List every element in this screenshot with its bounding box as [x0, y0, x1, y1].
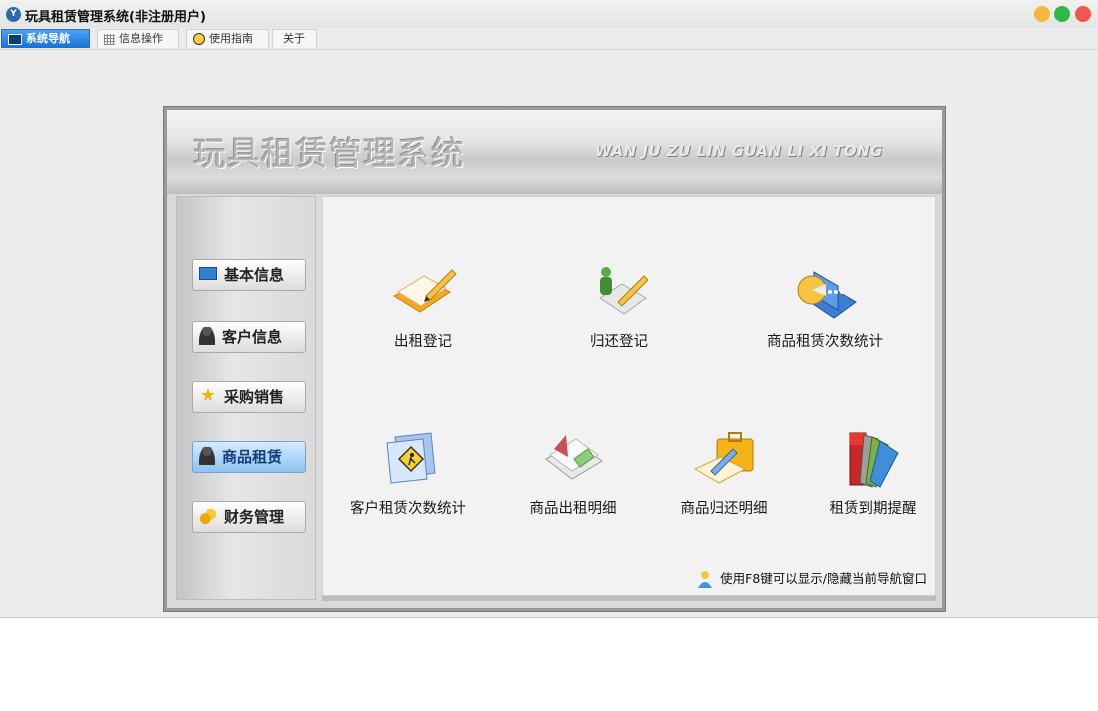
header-banner: 玩具租赁管理系统 WAN JU ZU LIN GUAN LI XI TONG: [167, 110, 942, 194]
grid-icon: [104, 33, 115, 45]
item-label: 商品出租明细: [529, 501, 617, 517]
tab-label: 关于: [283, 32, 305, 45]
tab-label: 系统导航: [26, 32, 70, 45]
navigation-panel: 玩具租赁管理系统 WAN JU ZU LIN GUAN LI XI TONG 基…: [163, 106, 946, 612]
person-icon: [199, 446, 215, 465]
figure-pen-icon: [584, 262, 654, 324]
minimize-button[interactable]: [1034, 6, 1050, 22]
item-label: 商品归还明细: [680, 501, 768, 517]
sidebar-item-customer-info[interactable]: 客户信息: [192, 321, 306, 353]
return-register-item[interactable]: 归还登记: [534, 262, 704, 351]
sidebar-item-basic-info[interactable]: 基本信息: [192, 259, 306, 291]
pie-book-icon: [790, 262, 860, 324]
product-rental-stats-item[interactable]: 商品租赁次数统计: [740, 262, 910, 351]
hint-text: 使用F8键可以显示/隐藏当前导航窗口: [720, 570, 927, 586]
rental-due-reminder-item[interactable]: 租赁到期提醒: [788, 429, 958, 518]
title-bar: Y 玩具租赁管理系统(非注册用户): [0, 0, 1098, 28]
product-rent-detail-item[interactable]: 商品出租明细: [488, 429, 658, 518]
item-label: 租赁到期提醒: [829, 501, 917, 517]
app-window: Y 玩具租赁管理系统(非注册用户) 系统导航 信息操作 使用指南 关于 玩具租赁…: [0, 0, 1098, 618]
product-return-detail-item[interactable]: 商品归还明细: [639, 429, 809, 518]
tab-bar: 系统导航 信息操作 使用指南 关于: [0, 28, 1098, 50]
sidebar-item-rental[interactable]: 商品租赁: [192, 441, 306, 473]
sidebar-item-finance[interactable]: 财务管理: [192, 501, 306, 533]
main-content: 出租登记 归还登记 商品租赁次数统计 客户租赁次数统计 商品出租明细 商品归还明…: [322, 196, 936, 596]
sidebar-item-label: 商品租赁: [222, 448, 283, 466]
tab-label: 使用指南: [209, 32, 253, 45]
book-pen-icon: [388, 262, 458, 324]
rent-register-item[interactable]: 出租登记: [338, 262, 508, 351]
briefcase-pen-icon: [689, 429, 759, 491]
sidebar-item-purchase-sales[interactable]: ★ 采购销售: [192, 381, 306, 413]
sidebar: 基本信息 客户信息 ★ 采购销售 商品租赁 财务管理: [176, 196, 316, 600]
banner-subtitle: WAN JU ZU LIN GUAN LI XI TONG: [595, 142, 883, 160]
item-label: 出租登记: [394, 334, 452, 350]
sidebar-item-label: 采购销售: [224, 388, 285, 406]
open-book-icon: [538, 429, 608, 491]
window-title: 玩具租赁管理系统(非注册用户): [25, 10, 206, 25]
item-label: 商品租赁次数统计: [767, 334, 883, 350]
folder-sign-icon: [373, 429, 443, 491]
customer-rental-stats-item[interactable]: 客户租赁次数统计: [323, 429, 493, 518]
banner-title: 玩具租赁管理系统: [193, 134, 465, 173]
tab-about[interactable]: 关于: [272, 29, 317, 48]
app-logo-icon: Y: [6, 7, 21, 22]
person-icon: [199, 326, 215, 345]
sidebar-item-label: 基本信息: [224, 266, 285, 284]
user-hint-icon: [696, 570, 714, 588]
star-icon: ★: [199, 384, 217, 406]
item-label: 归还登记: [590, 334, 648, 350]
color-swatches-icon: [838, 429, 908, 491]
tab-user-guide[interactable]: 使用指南: [186, 29, 269, 48]
item-label: 客户租赁次数统计: [350, 501, 466, 517]
tab-info-ops[interactable]: 信息操作: [97, 29, 179, 48]
maximize-button[interactable]: [1054, 6, 1070, 22]
close-button[interactable]: [1075, 6, 1091, 22]
clock-icon: [193, 33, 205, 45]
f8-hint: 使用F8键可以显示/隐藏当前导航窗口: [696, 568, 927, 588]
tab-label: 信息操作: [119, 32, 163, 45]
coins-icon: [199, 506, 217, 525]
tab-system-nav[interactable]: 系统导航: [1, 29, 90, 48]
sidebar-item-label: 财务管理: [224, 508, 285, 526]
monitor-icon: [199, 267, 217, 280]
monitor-icon: [8, 33, 22, 45]
sidebar-item-label: 客户信息: [222, 328, 283, 346]
